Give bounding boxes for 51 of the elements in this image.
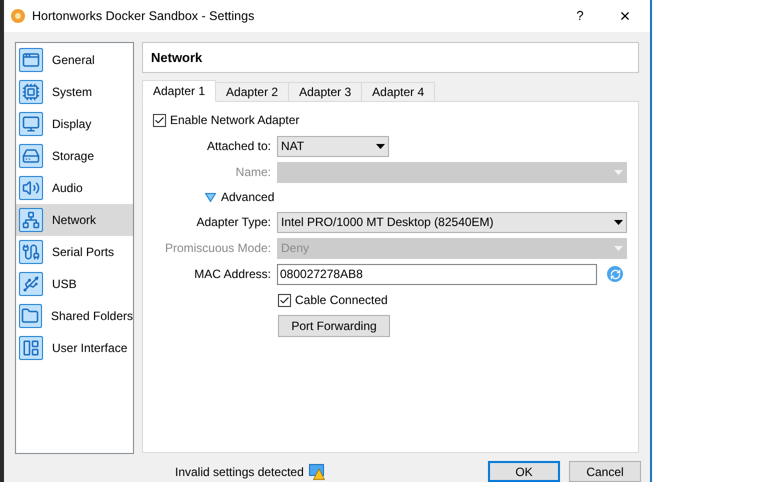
chip-icon [19, 80, 43, 104]
field-label: Name: [234, 164, 271, 181]
sidebar-item[interactable]: Display [16, 108, 133, 140]
close-button[interactable]: × [600, 0, 650, 32]
sidebar-item[interactable]: System [16, 76, 133, 108]
refresh-icon[interactable] [607, 266, 623, 282]
checkbox-label: Cable Connected [295, 292, 388, 309]
triangle-icon [205, 192, 216, 202]
app-icon [10, 8, 26, 24]
sidebar-item[interactable]: General [16, 44, 133, 76]
warning-icon [308, 464, 325, 480]
cable-icon [19, 240, 43, 264]
sidebar-item[interactable]: Serial Ports [16, 236, 133, 268]
help-button[interactable]: ? [560, 0, 600, 32]
sidebar-item[interactable]: USB [16, 268, 133, 300]
hard-drive-icon [19, 144, 43, 168]
field-label: MAC Address: [193, 266, 271, 283]
field-label: Adapter Type: [196, 214, 271, 231]
tab[interactable]: Adapter 4 [361, 82, 436, 102]
caret-icon [614, 246, 623, 250]
checkbox[interactable] [278, 294, 291, 306]
port-forwarding-button[interactable]: Port Forwarding [278, 315, 390, 337]
dropdown[interactable]: Intel PRO/1000 MT Desktop (82540EM) [277, 212, 627, 232]
window-title: Hortonworks Docker Sandbox - Settings [32, 8, 254, 25]
field-label: Promiscuous Mode: [164, 240, 271, 257]
sidebar-item[interactable]: User Interface [16, 332, 133, 364]
usb-icon [19, 272, 43, 296]
field-label: Attached to: [206, 138, 271, 155]
mac-address-field[interactable]: 080027278AB8 [277, 264, 597, 284]
dropdown[interactable]: NAT [277, 136, 389, 156]
caret-icon [614, 220, 623, 224]
checkbox[interactable] [153, 114, 166, 126]
dialog-button[interactable]: Cancel [569, 461, 641, 482]
monitor-icon [19, 112, 43, 136]
page-title: Network [151, 48, 202, 67]
layout-icon [19, 336, 43, 360]
sidebar-item[interactable]: Network [16, 204, 133, 236]
sidebar-item[interactable]: Storage [16, 140, 133, 172]
folder-icon [19, 304, 42, 328]
dialog-button[interactable]: OK [488, 461, 560, 482]
network-icon [19, 208, 43, 232]
window-icon [19, 48, 43, 72]
tab[interactable]: Adapter 1 [142, 80, 216, 102]
sidebar-item[interactable]: Shared Folders [16, 300, 133, 332]
speaker-icon [19, 176, 43, 200]
advanced-toggle[interactable]: Advanced [205, 188, 274, 206]
caret-icon [376, 144, 385, 148]
checkbox-label: Enable Network Adapter [170, 112, 300, 129]
status-message: Invalid settings detected [175, 464, 304, 480]
caret-icon [614, 170, 623, 174]
sidebar-item[interactable]: Audio [16, 172, 133, 204]
